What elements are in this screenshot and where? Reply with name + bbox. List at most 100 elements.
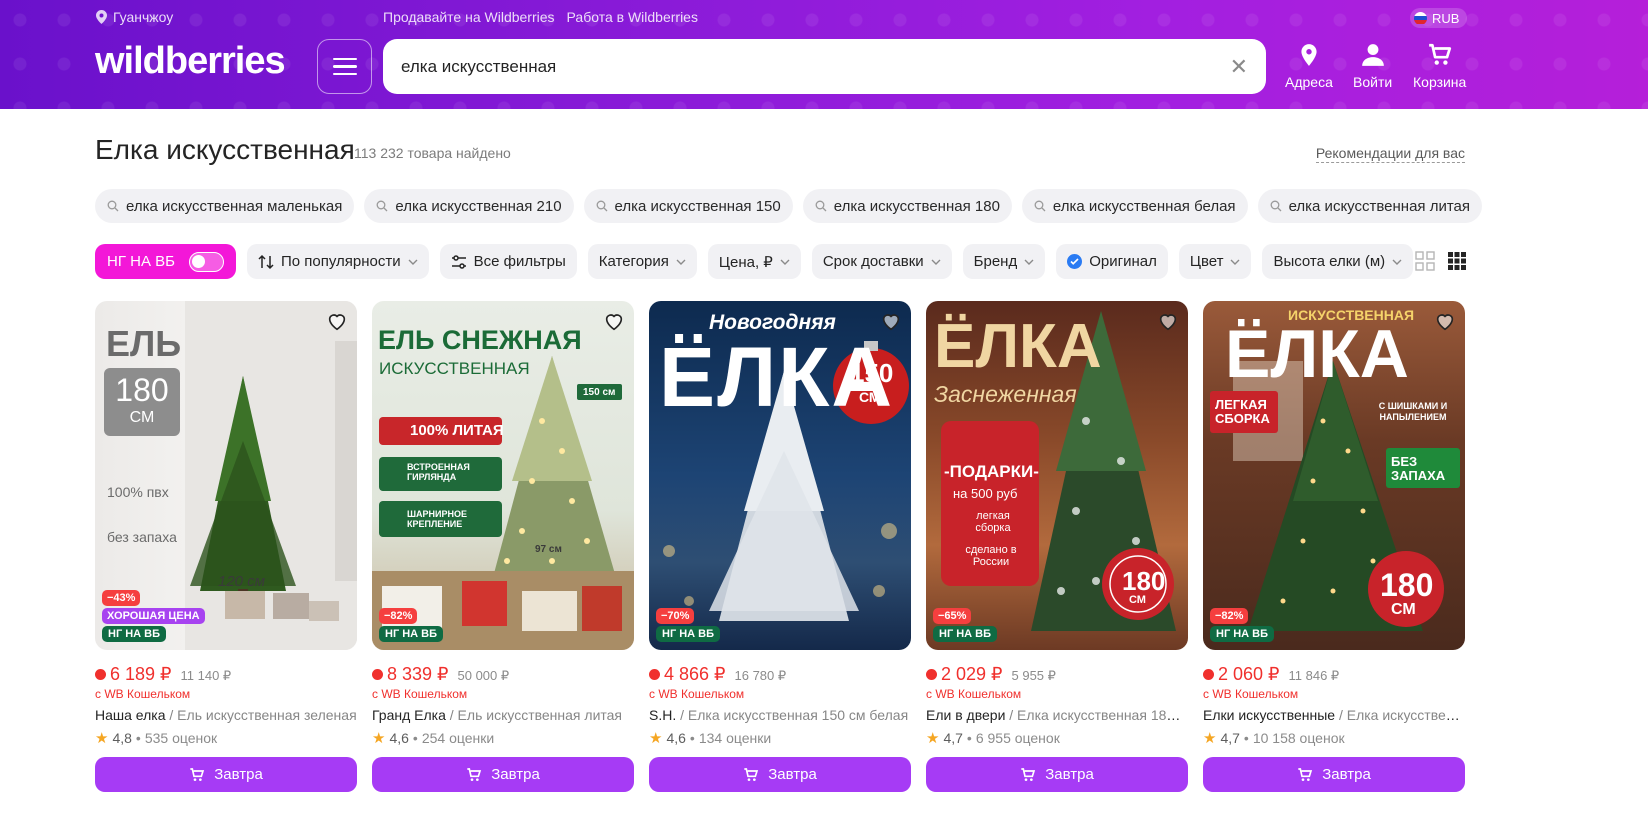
search-bar[interactable]: елка искусственная ✕: [383, 39, 1266, 94]
product-brand: S.H.: [649, 707, 677, 723]
recommendations-link[interactable]: Рекомендации для вас: [1315, 145, 1465, 163]
rating: ★ 4,6 • 134 оценки: [649, 730, 772, 747]
ng-badge: НГ НА ВБ: [102, 626, 167, 642]
reviews-count: 10 158 оценок: [1252, 730, 1345, 746]
image-text: С ШИШКАМИ И НАПЫЛЕНИЕМ: [1378, 401, 1448, 422]
height-filter[interactable]: Высота елки (м): [1262, 244, 1414, 279]
product-brand: Гранд Елка: [372, 707, 446, 723]
suggestion-chip[interactable]: елка искусственная 180: [802, 189, 1012, 223]
cart-button-label: Завтра: [1322, 766, 1371, 783]
price-label: Цена, ₽: [718, 253, 773, 271]
clear-search-icon[interactable]: ✕: [1230, 54, 1248, 80]
product-name[interactable]: Елки искусственные / Елка искусственная: [1203, 707, 1465, 723]
price-value: 6 189 ₽: [110, 664, 172, 684]
product-card[interactable]: ИСКУССТВЕННАЯ ЁЛКА ЛЕГКАЯ СБОРКА С ШИШКА…: [1203, 301, 1465, 792]
all-filters-button[interactable]: Все фильтры: [439, 244, 577, 279]
cart-button[interactable]: Корзина: [1413, 42, 1466, 90]
reviews-count: 6 955 оценок: [975, 730, 1060, 746]
image-text: 180: [1380, 567, 1434, 603]
star-icon: ★: [649, 730, 663, 747]
product-desc: / Елка искусственная 150 см белая: [676, 707, 909, 723]
rating-value: 4,8: [112, 730, 132, 746]
product-name[interactable]: Ели в двери / Елка искусственная 180 см: [926, 707, 1188, 723]
star-icon: ★: [926, 730, 940, 747]
price-row: 8 339 ₽ 50 000 ₽: [372, 664, 634, 685]
product-image[interactable]: Новогодняя ЁЛКА 150 СМ −70% НГ НА ВБ: [649, 301, 911, 650]
height-label: Высота елки (м): [1273, 253, 1386, 270]
view-switcher: [1415, 251, 1467, 271]
original-filter[interactable]: Оригинал: [1056, 244, 1168, 279]
grid-small-icon[interactable]: [1447, 251, 1467, 271]
price-value: 8 339 ₽: [387, 664, 449, 684]
product-image[interactable]: ЕЛЬ СНЕЖНАЯ ИСКУССТВЕННАЯ 100% ЛИТАЯ ВСТ…: [372, 301, 634, 650]
brand-filter[interactable]: Бренд: [962, 244, 1046, 279]
product-card[interactable]: ЕЛЬ 180 СМ 100% пвх без запаха 120 см −4…: [95, 301, 357, 792]
header: Гуанчжоу Продавайте на Wildberries Работ…: [0, 0, 1648, 109]
product-name[interactable]: Гранд Елка / Ель искусственная литая: [372, 707, 634, 723]
cart-icon: [744, 767, 759, 781]
image-text: сделано в России: [965, 544, 1017, 568]
suggestion-chip[interactable]: елка искусственная литая: [1257, 189, 1483, 223]
suggestion-chip[interactable]: елка искусственная маленькая: [95, 189, 355, 223]
original-label: Оригинал: [1089, 253, 1157, 270]
product-name[interactable]: S.H. / Елка искусственная 150 см белая: [649, 707, 911, 723]
old-price: 50 000 ₽: [457, 668, 510, 683]
color-filter[interactable]: Цвет: [1178, 244, 1252, 279]
search-icon: [376, 200, 388, 212]
heart-icon[interactable]: [1157, 310, 1179, 332]
heart-icon[interactable]: [880, 310, 902, 332]
delivery-filter[interactable]: Срок доставки: [811, 244, 952, 279]
add-to-cart-button[interactable]: Завтра: [649, 757, 911, 792]
product-image[interactable]: ИСКУССТВЕННАЯ ЁЛКА ЛЕГКАЯ СБОРКА С ШИШКА…: [1203, 301, 1465, 650]
menu-button[interactable]: [317, 39, 372, 94]
grid-large-icon[interactable]: [1415, 251, 1435, 271]
toggle-switch[interactable]: [188, 251, 224, 272]
suggestion-chip[interactable]: елка искусственная 210: [364, 189, 574, 223]
login-button[interactable]: Войти: [1353, 42, 1392, 90]
wallet-icon: [372, 669, 383, 680]
product-name[interactable]: Наша елка / Ель искусственная зеленая: [95, 707, 357, 723]
suggestion-chip[interactable]: елка искусственная 150: [583, 189, 793, 223]
heart-icon[interactable]: [603, 310, 625, 332]
add-to-cart-button[interactable]: Завтра: [1203, 757, 1465, 792]
product-image[interactable]: ЕЛЬ 180 СМ 100% пвх без запаха 120 см −4…: [95, 301, 357, 650]
sell-link[interactable]: Продавайте на Wildberries: [383, 9, 555, 25]
addresses-label: Адреса: [1285, 74, 1333, 90]
image-text: легкая сборка: [975, 510, 1011, 534]
cart-icon: [190, 767, 205, 781]
chevron-down-icon: [408, 259, 418, 265]
product-card[interactable]: ЁЛКА Заснеженная -ПОДАРКИ- на 500 руб ле…: [926, 301, 1188, 792]
user-icon: [1361, 44, 1384, 66]
city-label: Гуанчжоу: [113, 9, 174, 25]
image-text: ЕЛЬ: [106, 323, 182, 364]
ng-toggle[interactable]: НГ НА ВБ: [95, 244, 236, 279]
logo[interactable]: wildberries: [95, 40, 286, 83]
image-text: СМ: [1391, 601, 1416, 618]
results-count: 113 232 товара найдено: [354, 145, 511, 161]
product-card[interactable]: ЕЛЬ СНЕЖНАЯ ИСКУССТВЕННАЯ 100% ЛИТАЯ ВСТ…: [372, 301, 634, 792]
wallet-note: с WB Кошельком: [95, 687, 191, 701]
add-to-cart-button[interactable]: Завтра: [926, 757, 1188, 792]
wallet-note: с WB Кошельком: [1203, 687, 1299, 701]
sort-dropdown[interactable]: По популярности: [246, 244, 429, 279]
image-text: на 500 руб: [953, 486, 1018, 501]
product-card[interactable]: Новогодняя ЁЛКА 150 СМ −70% НГ НА ВБ 4 8…: [649, 301, 911, 792]
price-filter[interactable]: Цена, ₽: [707, 244, 801, 279]
old-price: 11 846 ₽: [1288, 668, 1340, 683]
category-filter[interactable]: Категория: [587, 244, 697, 279]
image-text: 150: [850, 358, 894, 388]
currency-selector[interactable]: RUB: [1410, 8, 1468, 28]
star-icon: ★: [372, 730, 386, 747]
wallet-icon: [926, 669, 937, 680]
heart-icon[interactable]: [326, 310, 348, 332]
search-input[interactable]: елка искусственная: [401, 57, 1230, 77]
suggestion-chip[interactable]: елка искусственная белая: [1021, 189, 1248, 223]
add-to-cart-button[interactable]: Завтра: [372, 757, 634, 792]
product-image[interactable]: ЁЛКА Заснеженная -ПОДАРКИ- на 500 руб ле…: [926, 301, 1188, 650]
add-to-cart-button[interactable]: Завтра: [95, 757, 357, 792]
heart-icon[interactable]: [1434, 310, 1456, 332]
jobs-link[interactable]: Работа в Wildberries: [567, 9, 698, 25]
verified-check-icon: [1067, 254, 1083, 269]
addresses-button[interactable]: Адреса: [1285, 42, 1333, 90]
city-selector[interactable]: Гуанчжоу: [96, 9, 173, 25]
